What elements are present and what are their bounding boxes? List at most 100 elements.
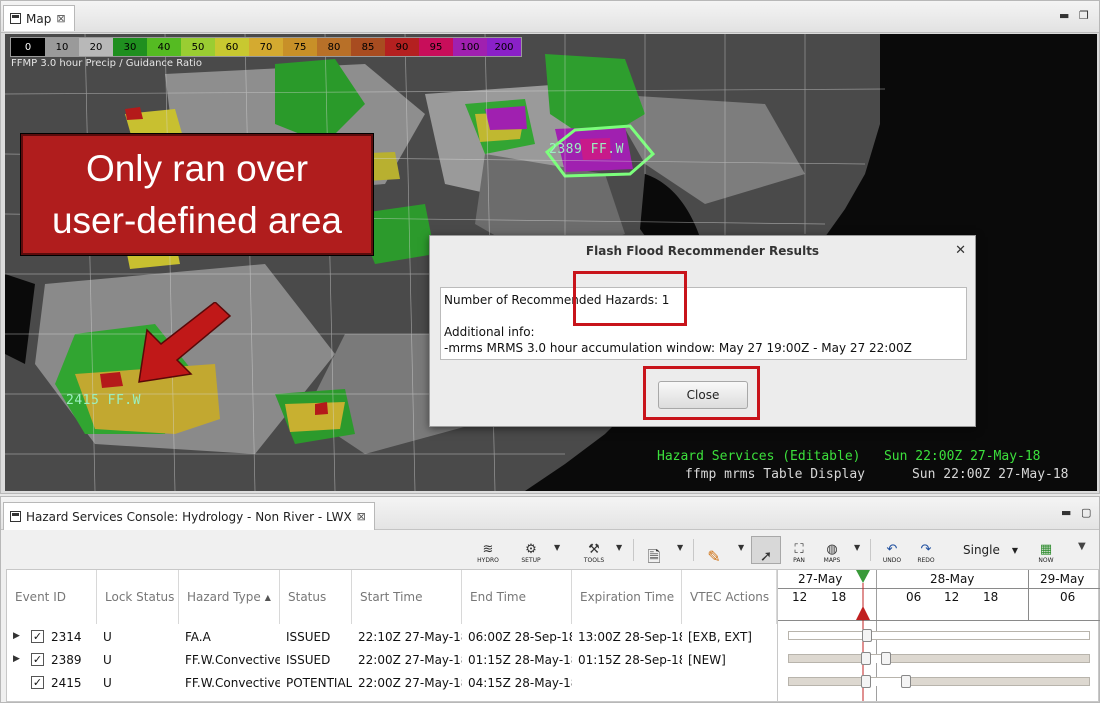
- row-checkbox[interactable]: ✓: [31, 630, 44, 643]
- column-status[interactable]: Status: [280, 570, 352, 624]
- column-expiration-time[interactable]: Expiration Time: [572, 570, 682, 624]
- timeline-thumb[interactable]: [901, 675, 911, 688]
- ruler-rule: [778, 588, 1100, 589]
- hour-label: 06: [1060, 590, 1076, 604]
- draw-button[interactable]: ✎: [699, 536, 729, 566]
- timeline-track-2415[interactable]: [788, 677, 1090, 686]
- legend-swatch: 100: [453, 38, 487, 56]
- expiration-time-cell: 01:15Z 28-Sep-18: [578, 652, 682, 667]
- tools-button[interactable]: ⚒ TOOLS: [579, 536, 609, 565]
- tools-dropdown-icon[interactable]: ▼: [616, 543, 622, 552]
- view-menu-icon[interactable]: ▼: [1078, 541, 1086, 552]
- selection-mode-dropdown[interactable]: Single ▼: [956, 540, 1026, 560]
- globe-icon: ◍: [826, 542, 838, 557]
- hazard-label-2415[interactable]: 2415 FF.W: [66, 393, 141, 408]
- selection-mode-value: Single: [963, 543, 1000, 557]
- column-lock-status[interactable]: Lock Status: [97, 570, 179, 624]
- row-checkbox[interactable]: ✓: [31, 676, 44, 689]
- dialog-title-bar[interactable]: Flash Flood Recommender Results ✕: [430, 236, 975, 266]
- maximize-icon[interactable]: ▢: [1081, 506, 1091, 519]
- legend-swatch: 40: [147, 38, 181, 56]
- timeline-thumb[interactable]: [881, 652, 891, 665]
- setup-button[interactable]: ⚙ SETUP: [516, 536, 546, 565]
- map-tab-label: Map: [26, 11, 52, 26]
- pencil-icon: ✎: [707, 547, 721, 566]
- map-tab[interactable]: Map ⊠: [3, 5, 75, 31]
- console-tab-label: Hazard Services Console: Hydrology - Non…: [26, 509, 352, 524]
- hydro-button[interactable]: ≋ HYDRO: [473, 536, 503, 565]
- highlight-box-count: [573, 271, 687, 326]
- draw-dropdown-icon[interactable]: ▼: [738, 543, 744, 552]
- status-cell: ISSUED: [286, 629, 331, 644]
- hour-label: 18: [983, 590, 999, 604]
- pan-label: PAN: [793, 557, 805, 564]
- legend-swatch: 200: [487, 38, 521, 56]
- undo-button[interactable]: ↶ UNDO: [877, 536, 907, 565]
- legend-swatch: 75: [283, 38, 317, 56]
- now-label: NOW: [1038, 557, 1054, 564]
- select-tool-button[interactable]: ➚: [751, 536, 781, 564]
- product-dropdown-icon[interactable]: ▼: [677, 543, 683, 552]
- hazard-services-console: Hazard Services Console: Hydrology - Non…: [0, 496, 1100, 703]
- timeline-ruler[interactable]: 27-May 28-May 29-May 12 18 06 12 18 06: [777, 570, 1100, 701]
- maps-button[interactable]: ◍ MAPS: [817, 536, 847, 565]
- end-time-cell: 06:00Z 28-Sep-18: [468, 629, 572, 644]
- end-time-cell: 04:15Z 28-May-18: [468, 675, 572, 690]
- console-tab[interactable]: Hazard Services Console: Hydrology - Non…: [3, 502, 375, 530]
- recommended-hazards-count: Number of Recommended Hazards: 1: [444, 293, 670, 307]
- timeline-thumb[interactable]: [861, 675, 871, 688]
- timeline-thumb[interactable]: [861, 652, 871, 665]
- dialog-close-icon[interactable]: ✕: [955, 243, 966, 258]
- recommender-results-dialog: Flash Flood Recommender Results ✕ Number…: [429, 235, 976, 427]
- setup-dropdown-icon[interactable]: ▼: [554, 543, 560, 552]
- now-button[interactable]: ▦ NOW: [1031, 536, 1061, 565]
- close-icon[interactable]: ⊠: [56, 12, 65, 25]
- column-vtec-actions[interactable]: VTEC Actions: [682, 570, 777, 624]
- restore-icon[interactable]: ❐: [1079, 9, 1089, 22]
- column-start-time[interactable]: Start Time: [352, 570, 462, 624]
- redo-icon: ↷: [920, 542, 932, 557]
- toolbar-separator: [633, 539, 634, 561]
- document-icon: 🗎: [647, 547, 661, 566]
- row-checkbox[interactable]: ✓: [31, 653, 44, 666]
- pan-button[interactable]: ⛶ PAN: [784, 536, 814, 565]
- hydro-icon: ≋: [482, 542, 494, 557]
- legend-swatch: 70: [249, 38, 283, 56]
- timeline-track-2314[interactable]: [788, 631, 1090, 640]
- column-event-id[interactable]: Event ID: [7, 570, 97, 624]
- product-button[interactable]: 🗎: [639, 536, 669, 566]
- arrow-cursor-icon: ➚: [759, 547, 773, 565]
- sort-ascending-icon: ▲: [264, 592, 271, 602]
- timeline-track-2389[interactable]: [788, 654, 1090, 663]
- timeline-thumb[interactable]: [862, 629, 872, 642]
- status-hazard-services: Hazard Services (Editable) Sun 22:00Z 27…: [657, 449, 1041, 464]
- legend-swatch: 60: [215, 38, 249, 56]
- hour-label: 12: [792, 590, 808, 604]
- expand-icon[interactable]: ▶: [13, 654, 20, 664]
- expand-icon[interactable]: ▶: [13, 631, 20, 641]
- close-icon[interactable]: ⊠: [357, 510, 366, 523]
- expiration-time-cell: [572, 671, 682, 694]
- hydro-label: HYDRO: [477, 557, 499, 564]
- callout-line-1: Only ran over: [85, 148, 309, 189]
- minimize-icon[interactable]: ▬: [1061, 506, 1071, 519]
- table-row-2389[interactable]: ▶ ✓ 2389 U FF.W.Convective ISSUED 22:00Z…: [7, 648, 777, 671]
- column-hazard-type[interactable]: Hazard Type ▲: [179, 570, 280, 624]
- event-id-cell: 2415: [51, 675, 82, 690]
- table-row-2314[interactable]: ▶ ✓ 2314 U FA.A ISSUED 22:10Z 27-May-18 …: [7, 625, 777, 648]
- annotation-callout: Only ran over user-defined area: [21, 134, 373, 255]
- hazard-type-header-label: Hazard Type: [187, 590, 261, 604]
- maps-dropdown-icon[interactable]: ▼: [854, 543, 860, 552]
- redo-button[interactable]: ↷ REDO: [911, 536, 941, 565]
- table-row-2415[interactable]: ✓ 2415 U FF.W.Convective POTENTIAL 22:00…: [7, 671, 777, 694]
- console-tab-bar: Hazard Services Console: Hydrology - Non…: [1, 497, 1099, 530]
- hazard-label-2389[interactable]: 2389 FF.W: [549, 142, 624, 157]
- console-view-icon: [10, 511, 21, 522]
- column-end-time[interactable]: End Time: [462, 570, 572, 624]
- status-cell: ISSUED: [286, 652, 331, 667]
- redo-label: REDO: [917, 557, 935, 564]
- start-time-cell: 22:10Z 27-May-18: [358, 629, 462, 644]
- minimize-icon[interactable]: ▬: [1059, 9, 1069, 22]
- console-toolbar: ≋ HYDRO ⚙ SETUP ▼ ⚒ TOOLS ▼ 🗎 ▼ ✎ ▼ ➚ ⛶ …: [1, 531, 1099, 569]
- chevron-down-icon: ▼: [1011, 545, 1019, 555]
